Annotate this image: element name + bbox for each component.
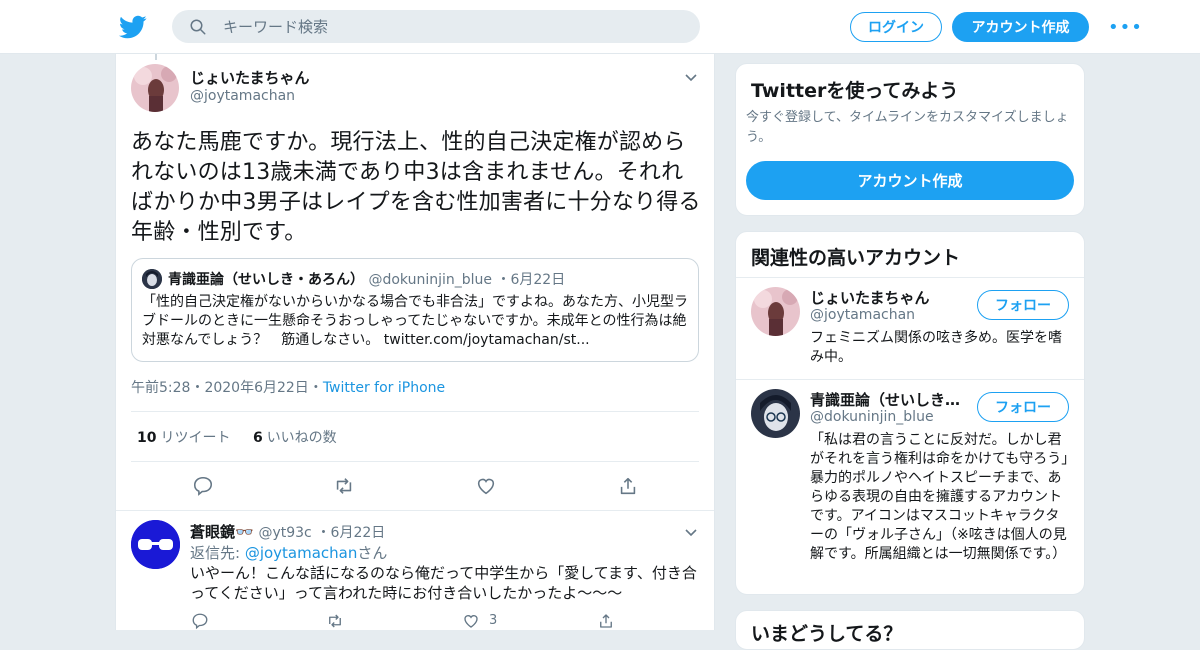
share-icon[interactable] (597, 612, 615, 630)
reply-to-mention[interactable]: @joytamachan (245, 544, 358, 562)
author-name[interactable]: じょいたまちゃん (190, 67, 310, 88)
related-account-avatar[interactable] (751, 389, 800, 438)
follow-button[interactable]: フォロー (977, 392, 1069, 422)
like-count: 6 (252, 430, 263, 446)
reply-to-line: 返信先: @joytamachanさん (190, 542, 387, 563)
reply-text: いやーん！こんな話になるのなら俺だって中学生から「愛してます、付き合ってください… (190, 564, 697, 602)
related-account-handle[interactable]: @dokuninjin_blue (810, 409, 934, 425)
author-avatar[interactable] (131, 64, 179, 112)
like-heart-icon[interactable] (475, 475, 497, 497)
related-account-avatar[interactable] (751, 287, 800, 336)
related-account-name[interactable]: 青識亜論（せいしき… (810, 389, 960, 410)
retweet-count: 10 (137, 430, 157, 446)
avatar-illustration-icon (751, 389, 800, 438)
reply-to-prefix: 返信先: (190, 544, 245, 562)
reply-header: 蒼眼鏡👓 @yt93c ・6月22日 (190, 521, 385, 542)
top-navigation-bar: キーワード検索 ログイン アカウント作成 ••• (0, 0, 1200, 54)
reply-date-value[interactable]: 6月22日 (331, 525, 386, 541)
chevron-down-icon[interactable] (684, 525, 698, 539)
follow-button[interactable]: フォロー (977, 290, 1069, 320)
retweet-icon[interactable] (333, 475, 355, 497)
related-account-handle[interactable]: @joytamachan (810, 307, 915, 323)
retweet-label: リツイート (160, 430, 231, 446)
twitter-bird-icon[interactable] (119, 13, 147, 41)
tweet-column: じょいたまちゃん @joytamachan あなた馬鹿ですか。現行法上、性的自己… (115, 54, 715, 630)
quoted-author-avatar (142, 269, 162, 289)
chevron-down-icon[interactable] (684, 70, 698, 84)
tweet-text: あなた馬鹿ですか。現行法上、性的自己決定権が認められないのは13歳未満であり中3… (131, 130, 701, 245)
related-account-bio: 「私は君の言うことに反対だ。しかし君がそれを言う権利は命をかけても守ろう」暴力的… (810, 432, 1069, 562)
like-label: いいねの数 (266, 430, 337, 446)
glasses-avatar-icon (131, 520, 180, 569)
avatar-illustration-icon (142, 269, 162, 289)
try-twitter-title: Twitterを使ってみよう (751, 80, 959, 102)
tweet-source-link[interactable]: Twitter for iPhone (323, 380, 445, 396)
reply-author-handle[interactable]: @yt93c (258, 525, 311, 541)
create-account-button[interactable]: アカウント作成 (746, 161, 1074, 200)
signup-button[interactable]: アカウント作成 (952, 12, 1089, 42)
search-placeholder[interactable]: キーワード検索 (223, 16, 328, 37)
quoted-tweet-header: 青識亜論（せいしき・あろん） @dokuninjin_blue ・6月22日 (168, 269, 565, 289)
related-accounts-title: 関連性の高いアカウント (751, 247, 961, 269)
reply-to-suffix: さん (357, 544, 388, 562)
like-stat[interactable]: 6 いいねの数 (253, 430, 337, 446)
reply-icon[interactable] (191, 612, 209, 630)
try-twitter-card: Twitterを使ってみよう 今すぐ登録して、タイムラインをカスタマイズしましょ… (735, 63, 1085, 216)
reply-like-count: 3 (489, 613, 498, 628)
avatar-photo-icon (751, 287, 800, 336)
related-account-item[interactable]: じょいたまちゃん @joytamachan フォロー フェミニズム関係の呟き多め… (736, 277, 1084, 379)
tweet-time[interactable]: 午前5:28 (131, 380, 190, 396)
thread-connector (155, 54, 157, 60)
related-account-name[interactable]: じょいたまちゃん (810, 287, 930, 308)
author-handle[interactable]: @joytamachan (190, 88, 295, 104)
try-twitter-description: 今すぐ登録して、タイムラインをカスタマイズしましょう。 (746, 110, 1069, 145)
quoted-author-name[interactable]: 青識亜論（せいしき・あろん） (168, 272, 364, 288)
search-icon (190, 19, 206, 34)
quoted-tweet-date-value: 6月22日 (510, 272, 566, 288)
quoted-tweet-text: 「性的自己決定権がないからいかなる場合でも非合法」ですよね。あなた方、小児型ラブ… (142, 294, 688, 348)
more-menu-icon[interactable]: ••• (1108, 17, 1143, 38)
divider (131, 411, 699, 412)
related-account-item[interactable]: 青識亜論（せいしき… @dokuninjin_blue フォロー 「私は君の言う… (736, 379, 1084, 594)
divider (131, 461, 699, 462)
divider (116, 510, 714, 511)
reply-author-name[interactable]: 蒼眼鏡👓 (190, 523, 254, 541)
related-account-bio: フェミニズム関係の呟き多め。医学を嗜み中。 (810, 330, 1062, 365)
reply-date: ・6月22日 (316, 525, 386, 541)
retweet-stat[interactable]: 10 リツイート (137, 430, 230, 446)
related-accounts-card: 関連性の高いアカウント じょいたまちゃん @joytamachan フォロー フ… (735, 231, 1085, 595)
share-icon[interactable] (617, 475, 639, 497)
avatar-photo-icon (131, 64, 179, 112)
trends-title: いまどうしてる？ (751, 623, 903, 645)
tweet-date[interactable]: 2020年6月22日 (204, 380, 308, 396)
login-button[interactable]: ログイン (850, 12, 942, 42)
tweet-timestamp: 午前5:28・2020年6月22日・Twitter for iPhone (131, 380, 446, 396)
reply-icon[interactable] (192, 475, 214, 497)
retweet-icon[interactable] (326, 612, 344, 630)
search-box[interactable]: キーワード検索 (172, 10, 700, 43)
quoted-author-handle[interactable]: @dokuninjin_blue (368, 272, 492, 288)
trends-card: いまどうしてる？ (735, 610, 1085, 650)
reply-author-avatar[interactable] (131, 520, 180, 569)
quoted-tweet-date: ・6月22日 (496, 272, 566, 288)
like-heart-icon[interactable] (462, 612, 480, 630)
quoted-tweet[interactable]: 青識亜論（せいしき・あろん） @dokuninjin_blue ・6月22日 「… (131, 258, 699, 362)
tweet-stats: 10 リツイート 6 いいねの数 (137, 427, 337, 447)
